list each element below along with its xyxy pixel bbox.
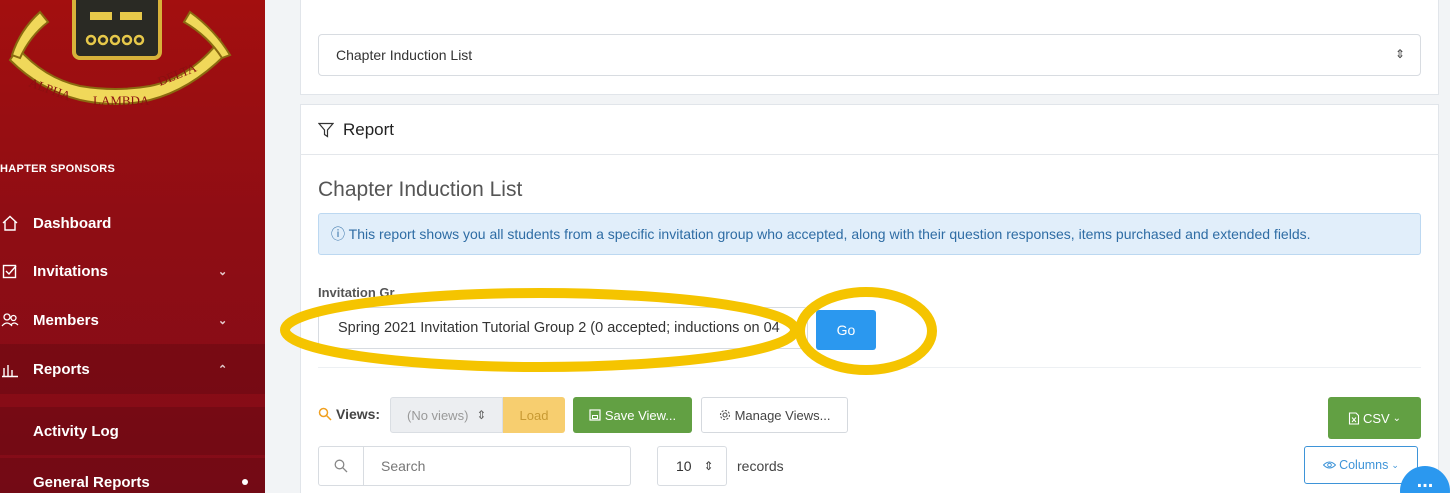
svg-text:LAMBDA: LAMBDA: [93, 93, 150, 108]
home-icon: [0, 212, 21, 234]
sidebar-item-label: Activity Log: [33, 422, 119, 440]
fraternity-crest-logo: ALPHA LAMBDA DELTA: [8, 0, 232, 108]
search-icon: [318, 407, 332, 421]
chevron-up-icon: ⌃: [218, 363, 228, 376]
invitation-group-select[interactable]: Spring 2021 Invitation Tutorial Group 2 …: [318, 307, 808, 349]
save-view-button[interactable]: Save View...: [573, 397, 692, 433]
search-icon: [319, 447, 364, 485]
search-input[interactable]: [365, 447, 630, 485]
report-type-select[interactable]: Chapter Induction List ⇕: [318, 34, 1421, 76]
columns-button[interactable]: Columns ⌄: [1304, 446, 1418, 484]
info-alert: ⓘ This report shows you all students fro…: [318, 213, 1421, 255]
records-per-page-select[interactable]: 10 ⇕: [657, 446, 727, 486]
sidebar-item-label: Dashboard: [33, 214, 112, 232]
invitation-group-label: Invitation Gr: [318, 285, 395, 300]
views-select[interactable]: (No views) ⇕: [390, 397, 503, 433]
gear-icon: [719, 409, 730, 421]
save-icon: [589, 409, 601, 421]
manage-views-button[interactable]: Manage Views...: [701, 397, 848, 433]
page-title: Chapter Induction List: [318, 178, 523, 201]
users-icon: [0, 309, 21, 331]
sidebar-item-invitations[interactable]: Invitations ⌄: [0, 246, 265, 296]
load-view-button[interactable]: Load: [503, 397, 565, 433]
sidebar-section-title: HAPTER SPONSORS: [0, 163, 116, 175]
chevron-down-icon: ⌄: [1391, 459, 1399, 470]
search-box: [318, 446, 631, 486]
sidebar-item-label: Invitations: [33, 262, 109, 280]
checkbox-icon: [0, 260, 21, 282]
filter-icon: [318, 122, 334, 138]
file-excel-icon: [1348, 411, 1359, 425]
sidebar-item-reports[interactable]: Reports ⌃: [0, 344, 265, 394]
sidebar: ALPHA LAMBDA DELTA HAPTER SPONSORS Dashb…: [0, 0, 265, 493]
sidebar-subitem-activity-log[interactable]: Activity Log: [0, 407, 265, 455]
sidebar-item-label: Reports: [33, 360, 90, 378]
eye-icon: [1323, 461, 1337, 469]
chevron-down-icon: ⌄: [218, 314, 228, 327]
info-text: ⓘ This report shows you all students fro…: [331, 226, 1311, 242]
bar-chart-icon: [0, 358, 21, 380]
report-card-title: Report: [343, 119, 395, 139]
views-label: Views:: [318, 406, 380, 422]
sidebar-item-label: Members: [33, 311, 99, 329]
go-button[interactable]: Go: [816, 310, 876, 350]
report-card-header: Report: [300, 105, 1439, 155]
sidebar-item-label: General Reports: [33, 473, 150, 491]
sort-caret-icon: ⇕: [703, 459, 714, 473]
sort-caret-icon: ⇕: [1394, 47, 1405, 61]
sidebar-item-members[interactable]: Members ⌄: [0, 295, 265, 345]
divider: [318, 367, 1421, 368]
invitation-group-value: Spring 2021 Invitation Tutorial Group 2 …: [338, 320, 780, 336]
report-type-value: Chapter Induction List: [336, 47, 473, 63]
chevron-down-icon: ⌄: [218, 265, 228, 278]
chevron-down-icon: ⌄: [1392, 412, 1402, 424]
report-card: [300, 104, 1439, 493]
records-label: records: [737, 458, 784, 474]
csv-export-button[interactable]: CSV ⌄: [1328, 397, 1421, 439]
sidebar-subitem-general-reports[interactable]: General Reports: [0, 458, 265, 493]
sort-caret-icon: ⇕: [476, 408, 487, 422]
sidebar-item-dashboard[interactable]: Dashboard: [0, 198, 265, 248]
active-dot-icon: [242, 479, 248, 485]
